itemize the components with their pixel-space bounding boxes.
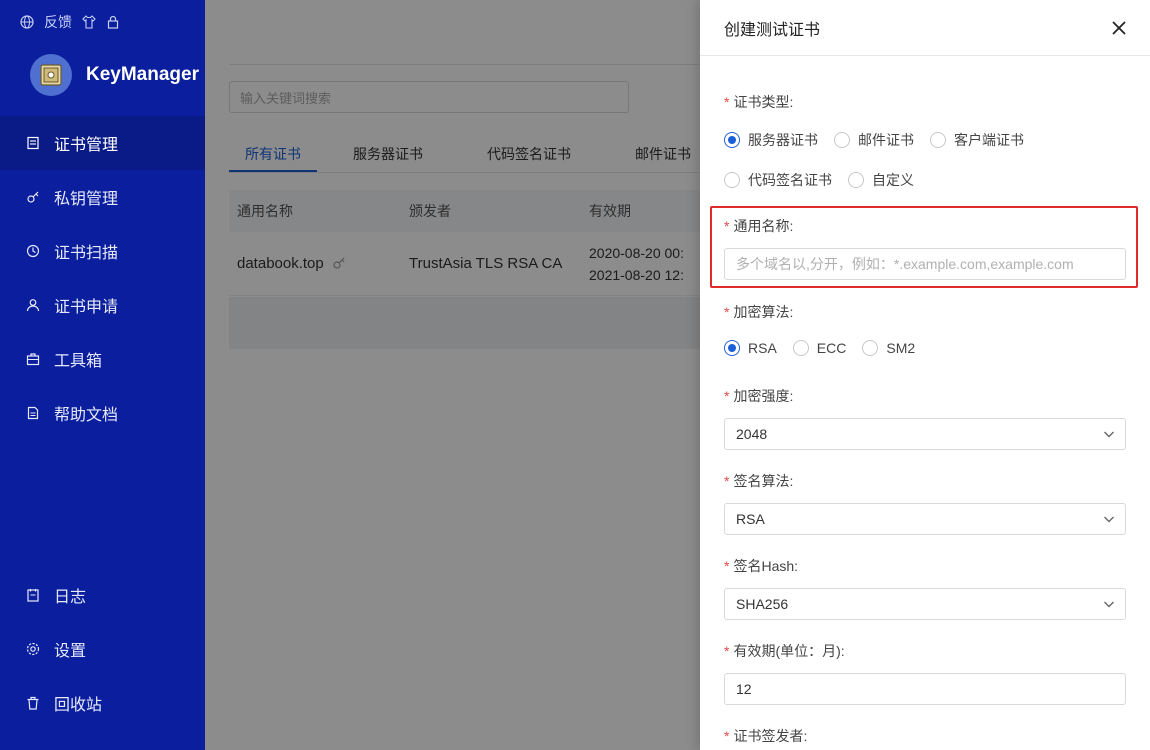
lock-icon[interactable] xyxy=(106,15,120,29)
nav-label: 设置 xyxy=(54,643,87,660)
strength-label: * 加密强度: xyxy=(724,388,794,404)
scan-icon xyxy=(26,244,40,258)
nav-label: 私钥管理 xyxy=(54,191,119,208)
chevron-down-icon xyxy=(1104,431,1114,438)
toolbox-icon xyxy=(26,353,40,366)
sign-algorithm-select[interactable]: RSA xyxy=(724,503,1126,535)
sidebar: 反馈 KeyManager 证书管理 私钥管理 证书扫描 证书申请 工具箱 帮助… xyxy=(0,0,205,750)
gear-icon xyxy=(26,642,40,656)
nav-label: 证书管理 xyxy=(54,137,119,154)
close-icon[interactable] xyxy=(1110,19,1128,37)
nav-item-help[interactable]: 帮助文档 xyxy=(0,386,205,440)
cert-type-radios-2: 代码签名证书 自定义 xyxy=(724,170,930,190)
nav-item-toolbox[interactable]: 工具箱 xyxy=(0,332,205,386)
feedback-link[interactable]: 反馈 xyxy=(44,12,72,32)
nav-label: 帮助文档 xyxy=(54,407,119,424)
nav-label: 回收站 xyxy=(54,697,103,714)
brand: KeyManager xyxy=(30,54,199,96)
radio-rsa[interactable]: RSA xyxy=(724,340,777,356)
select-value: RSA xyxy=(736,511,765,527)
radio-label: ECC xyxy=(816,340,847,356)
log-icon xyxy=(27,589,39,602)
radio-label: 客户端证书 xyxy=(954,132,1024,148)
document-icon xyxy=(27,406,39,420)
radio-email-cert[interactable]: 邮件证书 xyxy=(834,130,914,150)
radio-label: SM2 xyxy=(886,340,916,356)
main-nav: 证书管理 私钥管理 证书扫描 证书申请 工具箱 帮助文档 xyxy=(0,116,205,440)
select-value: SHA256 xyxy=(736,596,789,612)
shirt-icon[interactable] xyxy=(82,15,96,29)
key-icon xyxy=(27,191,39,203)
strength-select[interactable]: 2048 xyxy=(724,418,1126,450)
label-text: 通用名称: xyxy=(733,218,794,234)
nav-item-trash[interactable]: 回收站 xyxy=(0,676,205,730)
radio-label: 邮件证书 xyxy=(858,132,914,148)
certificate-icon xyxy=(27,136,39,150)
nav-item-keys[interactable]: 私钥管理 xyxy=(0,170,205,224)
sidebar-top-links: 反馈 xyxy=(20,12,120,32)
common-name-label: * 通用名称: xyxy=(724,218,794,234)
nav-item-scan[interactable]: 证书扫描 xyxy=(0,224,205,278)
nav-item-apply[interactable]: 证书申请 xyxy=(0,278,205,332)
radio-label: 自定义 xyxy=(872,172,914,188)
label-text: 证书签发者: xyxy=(733,728,808,744)
radio-ecc[interactable]: ECC xyxy=(792,340,847,356)
chevron-down-icon xyxy=(1104,601,1114,608)
nav-item-settings[interactable]: 设置 xyxy=(0,622,205,676)
user-icon xyxy=(26,299,40,312)
nav-item-certificates[interactable]: 证书管理 xyxy=(0,116,205,170)
label-text: 加密算法: xyxy=(733,304,794,320)
radio-sm2[interactable]: SM2 xyxy=(862,340,915,356)
radio-label: 服务器证书 xyxy=(748,132,818,148)
radio-server-cert[interactable]: 服务器证书 xyxy=(724,130,818,150)
algorithm-label: * 加密算法: xyxy=(724,304,794,320)
label-text: 加密强度: xyxy=(733,388,794,404)
bottom-nav: 日志 设置 回收站 xyxy=(0,568,205,730)
create-cert-drawer: 创建测试证书 * 证书类型: 服务器证书 邮件证书 客户端证书 代码签名证书 自定… xyxy=(700,0,1150,750)
trash-icon xyxy=(27,696,39,710)
sign-hash-select[interactable]: SHA256 xyxy=(724,588,1126,620)
algorithm-radios: RSA ECC SM2 xyxy=(724,340,931,356)
brand-name: KeyManager xyxy=(86,64,199,85)
cert-type-label: * 证书类型: xyxy=(724,94,794,110)
radio-label: 代码签名证书 xyxy=(748,172,832,188)
sign-hash-label: * 签名Hash: xyxy=(724,558,799,574)
radio-codesign-cert[interactable]: 代码签名证书 xyxy=(724,170,832,190)
issuer-label: * 证书签发者: xyxy=(724,728,808,744)
modal-overlay[interactable] xyxy=(205,0,700,750)
nav-label: 日志 xyxy=(54,589,87,606)
sign-algorithm-label: * 签名算法: xyxy=(724,473,794,489)
nav-item-log[interactable]: 日志 xyxy=(0,568,205,622)
chevron-down-icon xyxy=(1104,516,1114,523)
radio-label: RSA xyxy=(748,340,777,356)
label-text: 签名Hash: xyxy=(733,558,799,574)
common-name-input[interactable]: 多个域名以,分开，例如：*.example.com,example.com xyxy=(724,248,1126,280)
label-text: 有效期(单位：月): xyxy=(733,643,845,659)
cert-type-radios-1: 服务器证书 邮件证书 客户端证书 xyxy=(724,130,1040,150)
validity-label: * 有效期(单位：月): xyxy=(724,643,845,659)
radio-custom[interactable]: 自定义 xyxy=(848,170,914,190)
validity-input[interactable]: 12 xyxy=(724,673,1126,705)
select-value: 2048 xyxy=(736,426,768,442)
nav-label: 工具箱 xyxy=(54,353,103,370)
nav-label: 证书扫描 xyxy=(54,245,119,262)
label-text: 证书类型: xyxy=(733,94,794,110)
drawer-title: 创建测试证书 xyxy=(724,21,821,39)
label-text: 签名算法: xyxy=(733,473,794,489)
globe-icon[interactable] xyxy=(20,15,34,29)
drawer-header: 创建测试证书 xyxy=(700,0,1150,56)
safe-logo-icon xyxy=(30,54,72,96)
radio-client-cert[interactable]: 客户端证书 xyxy=(930,130,1024,150)
nav-label: 证书申请 xyxy=(54,299,119,316)
